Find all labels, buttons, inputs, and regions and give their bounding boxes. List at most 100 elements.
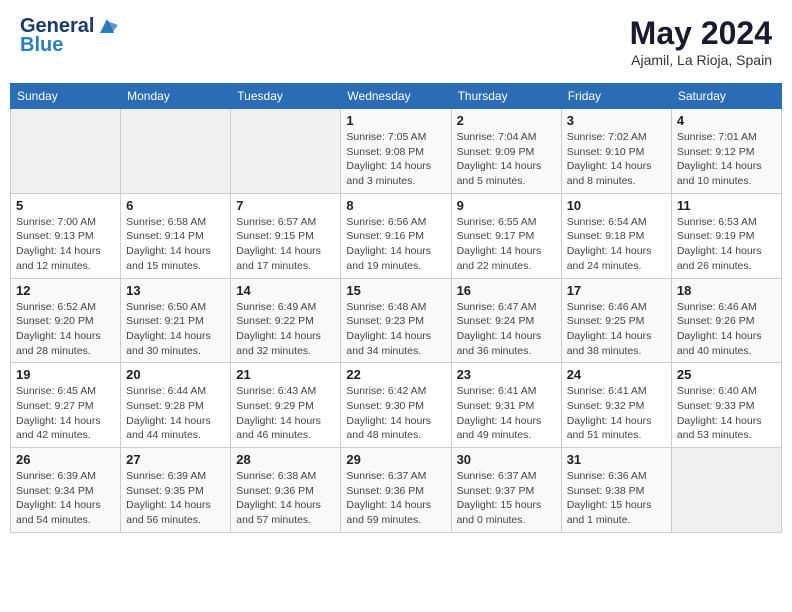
day-number: 4: [677, 113, 776, 128]
calendar-cell: 8 Sunrise: 6:56 AMSunset: 9:16 PMDaylight…: [341, 193, 451, 278]
weekday-header-friday: Friday: [561, 84, 671, 109]
day-info: Sunrise: 6:49 AMSunset: 9:22 PMDaylight:…: [236, 300, 335, 359]
day-info: Sunrise: 6:46 AMSunset: 9:26 PMDaylight:…: [677, 300, 776, 359]
day-info: Sunrise: 6:54 AMSunset: 9:18 PMDaylight:…: [567, 215, 666, 274]
day-info: Sunrise: 6:50 AMSunset: 9:21 PMDaylight:…: [126, 300, 225, 359]
day-info: Sunrise: 7:00 AMSunset: 9:13 PMDaylight:…: [16, 215, 115, 274]
location-subtitle: Ajamil, La Rioja, Spain: [630, 52, 772, 68]
calendar-cell: 31 Sunrise: 6:36 AMSunset: 9:38 PMDayligh…: [561, 448, 671, 533]
day-number: 16: [457, 283, 556, 298]
calendar-cell: 15 Sunrise: 6:48 AMSunset: 9:23 PMDayligh…: [341, 278, 451, 363]
day-info: Sunrise: 7:02 AMSunset: 9:10 PMDaylight:…: [567, 130, 666, 189]
calendar-cell: 13 Sunrise: 6:50 AMSunset: 9:21 PMDayligh…: [121, 278, 231, 363]
day-info: Sunrise: 6:44 AMSunset: 9:28 PMDaylight:…: [126, 384, 225, 443]
day-number: 5: [16, 198, 115, 213]
calendar-week-row: 12 Sunrise: 6:52 AMSunset: 9:20 PMDayligh…: [11, 278, 782, 363]
calendar-cell: 2 Sunrise: 7:04 AMSunset: 9:09 PMDaylight…: [451, 109, 561, 194]
day-number: 11: [677, 198, 776, 213]
day-number: 13: [126, 283, 225, 298]
day-info: Sunrise: 6:58 AMSunset: 9:14 PMDaylight:…: [126, 215, 225, 274]
calendar-cell: 30Sunrise: 6:37 AMSunset: 9:37 PMDayligh…: [451, 448, 561, 533]
day-number: 31: [567, 452, 666, 467]
day-number: 12: [16, 283, 115, 298]
logo: General Blue: [20, 15, 118, 57]
logo-blue: Blue: [20, 34, 118, 57]
calendar-cell: 22 Sunrise: 6:42 AMSunset: 9:30 PMDayligh…: [341, 363, 451, 448]
day-info: Sunrise: 6:48 AMSunset: 9:23 PMDaylight:…: [346, 300, 445, 359]
day-number: 9: [457, 198, 556, 213]
calendar-week-row: 19Sunrise: 6:45 AMSunset: 9:27 PMDayligh…: [11, 363, 782, 448]
weekday-header-saturday: Saturday: [671, 84, 781, 109]
calendar-cell: 14 Sunrise: 6:49 AMSunset: 9:22 PMDayligh…: [231, 278, 341, 363]
calendar-cell: 4 Sunrise: 7:01 AMSunset: 9:12 PMDaylight…: [671, 109, 781, 194]
day-info: Sunrise: 7:01 AMSunset: 9:12 PMDaylight:…: [677, 130, 776, 189]
weekday-header-row: SundayMondayTuesdayWednesdayThursdayFrid…: [11, 84, 782, 109]
calendar-week-row: 1 Sunrise: 7:05 AMSunset: 9:08 PMDaylight…: [11, 109, 782, 194]
day-info: Sunrise: 6:38 AMSunset: 9:36 PMDaylight:…: [236, 469, 335, 528]
day-number: 6: [126, 198, 225, 213]
calendar-cell: 29Sunrise: 6:37 AMSunset: 9:36 PMDayligh…: [341, 448, 451, 533]
day-number: 30: [457, 452, 556, 467]
calendar-cell: 21Sunrise: 6:43 AMSunset: 9:29 PMDayligh…: [231, 363, 341, 448]
calendar-cell: 3 Sunrise: 7:02 AMSunset: 9:10 PMDaylight…: [561, 109, 671, 194]
calendar-cell: 10Sunrise: 6:54 AMSunset: 9:18 PMDayligh…: [561, 193, 671, 278]
day-number: 18: [677, 283, 776, 298]
day-number: 23: [457, 367, 556, 382]
day-info: Sunrise: 6:47 AMSunset: 9:24 PMDaylight:…: [457, 300, 556, 359]
calendar-cell: 27 Sunrise: 6:39 AMSunset: 9:35 PMDayligh…: [121, 448, 231, 533]
day-info: Sunrise: 6:46 AMSunset: 9:25 PMDaylight:…: [567, 300, 666, 359]
calendar-cell: [11, 109, 121, 194]
day-info: Sunrise: 7:05 AMSunset: 9:08 PMDaylight:…: [346, 130, 445, 189]
weekday-header-wednesday: Wednesday: [341, 84, 451, 109]
calendar-cell: 25Sunrise: 6:40 AMSunset: 9:33 PMDayligh…: [671, 363, 781, 448]
calendar-cell: [671, 448, 781, 533]
day-info: Sunrise: 6:53 AMSunset: 9:19 PMDaylight:…: [677, 215, 776, 274]
day-info: Sunrise: 6:41 AMSunset: 9:31 PMDaylight:…: [457, 384, 556, 443]
calendar-cell: 7Sunrise: 6:57 AMSunset: 9:15 PMDaylight…: [231, 193, 341, 278]
day-info: Sunrise: 6:56 AMSunset: 9:16 PMDaylight:…: [346, 215, 445, 274]
calendar-week-row: 26 Sunrise: 6:39 AMSunset: 9:34 PMDayligh…: [11, 448, 782, 533]
day-info: Sunrise: 6:41 AMSunset: 9:32 PMDaylight:…: [567, 384, 666, 443]
calendar-cell: 5 Sunrise: 7:00 AMSunset: 9:13 PMDaylight…: [11, 193, 121, 278]
calendar-cell: 18 Sunrise: 6:46 AMSunset: 9:26 PMDayligh…: [671, 278, 781, 363]
day-info: Sunrise: 6:42 AMSunset: 9:30 PMDaylight:…: [346, 384, 445, 443]
day-number: 2: [457, 113, 556, 128]
calendar-cell: [231, 109, 341, 194]
calendar-cell: 24 Sunrise: 6:41 AMSunset: 9:32 PMDayligh…: [561, 363, 671, 448]
day-number: 21: [236, 367, 335, 382]
day-number: 26: [16, 452, 115, 467]
day-info: Sunrise: 6:39 AMSunset: 9:35 PMDaylight:…: [126, 469, 225, 528]
day-number: 20: [126, 367, 225, 382]
calendar-cell: 6 Sunrise: 6:58 AMSunset: 9:14 PMDaylight…: [121, 193, 231, 278]
month-year-title: May 2024: [630, 15, 772, 52]
day-number: 14: [236, 283, 335, 298]
weekday-header-monday: Monday: [121, 84, 231, 109]
calendar-cell: [121, 109, 231, 194]
weekday-header-thursday: Thursday: [451, 84, 561, 109]
day-number: 1: [346, 113, 445, 128]
calendar-cell: 9Sunrise: 6:55 AMSunset: 9:17 PMDaylight…: [451, 193, 561, 278]
calendar-cell: 17Sunrise: 6:46 AMSunset: 9:25 PMDayligh…: [561, 278, 671, 363]
day-number: 27: [126, 452, 225, 467]
day-number: 28: [236, 452, 335, 467]
day-number: 22: [346, 367, 445, 382]
calendar-cell: 16 Sunrise: 6:47 AMSunset: 9:24 PMDayligh…: [451, 278, 561, 363]
day-info: Sunrise: 7:04 AMSunset: 9:09 PMDaylight:…: [457, 130, 556, 189]
day-number: 25: [677, 367, 776, 382]
page-header: General Blue May 2024 Ajamil, La Rioja, …: [10, 10, 782, 73]
day-number: 8: [346, 198, 445, 213]
calendar-cell: 1 Sunrise: 7:05 AMSunset: 9:08 PMDaylight…: [341, 109, 451, 194]
day-info: Sunrise: 6:52 AMSunset: 9:20 PMDaylight:…: [16, 300, 115, 359]
calendar-cell: 19Sunrise: 6:45 AMSunset: 9:27 PMDayligh…: [11, 363, 121, 448]
day-number: 19: [16, 367, 115, 382]
title-block: May 2024 Ajamil, La Rioja, Spain: [630, 15, 772, 68]
day-info: Sunrise: 6:36 AMSunset: 9:38 PMDaylight:…: [567, 469, 666, 528]
day-number: 15: [346, 283, 445, 298]
calendar-cell: 11 Sunrise: 6:53 AMSunset: 9:19 PMDayligh…: [671, 193, 781, 278]
calendar-cell: 12 Sunrise: 6:52 AMSunset: 9:20 PMDayligh…: [11, 278, 121, 363]
day-number: 24: [567, 367, 666, 382]
day-number: 3: [567, 113, 666, 128]
day-number: 29: [346, 452, 445, 467]
weekday-header-tuesday: Tuesday: [231, 84, 341, 109]
day-info: Sunrise: 6:39 AMSunset: 9:34 PMDaylight:…: [16, 469, 115, 528]
